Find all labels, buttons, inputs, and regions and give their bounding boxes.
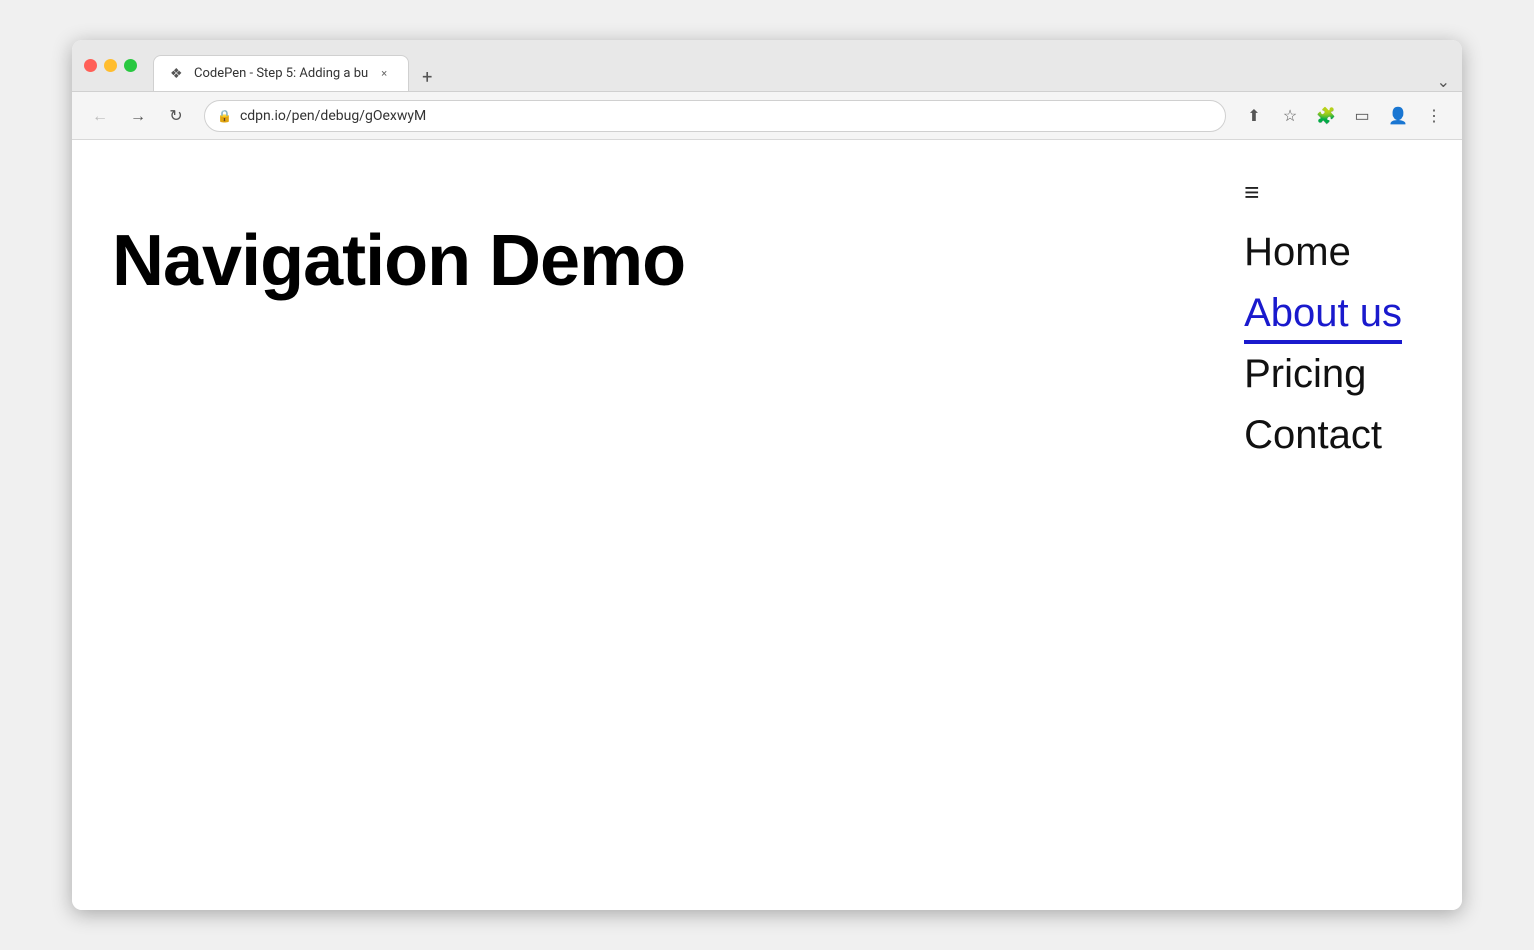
browser-actions: ⬆ ☆ 🧩 ▭ 👤 ⋮ [1238,100,1450,132]
minimize-button[interactable] [104,59,117,72]
active-tab[interactable]: ❖ CodePen - Step 5: Adding a bu × [153,55,409,91]
new-tab-button[interactable]: + [413,63,441,91]
title-bar: ❖ CodePen - Step 5: Adding a bu × + ⌄ [72,40,1462,92]
extensions-button[interactable]: 🧩 [1310,100,1342,132]
tab-bar: ❖ CodePen - Step 5: Adding a bu × + ⌄ [153,40,1450,91]
navigation-menu: ≡ Home About us Pricing Contact [1244,180,1402,466]
close-button[interactable] [84,59,97,72]
forward-button[interactable]: → [122,100,154,132]
nav-item-about[interactable]: About us [1244,283,1402,344]
reload-button[interactable]: ↻ [160,100,192,132]
browser-window: ❖ CodePen - Step 5: Adding a bu × + ⌄ ← … [72,40,1462,910]
tab-title: CodePen - Step 5: Adding a bu [194,66,368,81]
back-button[interactable]: ← [84,100,116,132]
bookmark-button[interactable]: ☆ [1274,100,1306,132]
lock-icon: 🔒 [217,109,232,123]
tab-favicon: ❖ [170,66,186,82]
share-button[interactable]: ⬆ [1238,100,1270,132]
tab-close-button[interactable]: × [376,66,392,82]
browser-menu-button[interactable]: ⋮ [1418,100,1450,132]
nav-item-contact[interactable]: Contact [1244,405,1382,466]
navigation-bar: ← → ↻ 🔒 cdpn.io/pen/debug/gOexwyM ⬆ ☆ 🧩 … [72,92,1462,140]
profile-button[interactable]: 👤 [1382,100,1414,132]
sidebar-button[interactable]: ▭ [1346,100,1378,132]
traffic-lights [84,59,137,72]
address-bar[interactable]: 🔒 cdpn.io/pen/debug/gOexwyM [204,100,1226,132]
tab-chevron-icon[interactable]: ⌄ [1437,72,1450,91]
page-heading: Navigation Demo [112,220,685,302]
maximize-button[interactable] [124,59,137,72]
nav-item-home[interactable]: Home [1244,222,1351,283]
url-text: cdpn.io/pen/debug/gOexwyM [240,108,1213,124]
hamburger-icon[interactable]: ≡ [1244,180,1259,206]
page-content: Navigation Demo ≡ Home About us Pricing … [72,140,1462,910]
nav-item-pricing[interactable]: Pricing [1244,344,1366,405]
